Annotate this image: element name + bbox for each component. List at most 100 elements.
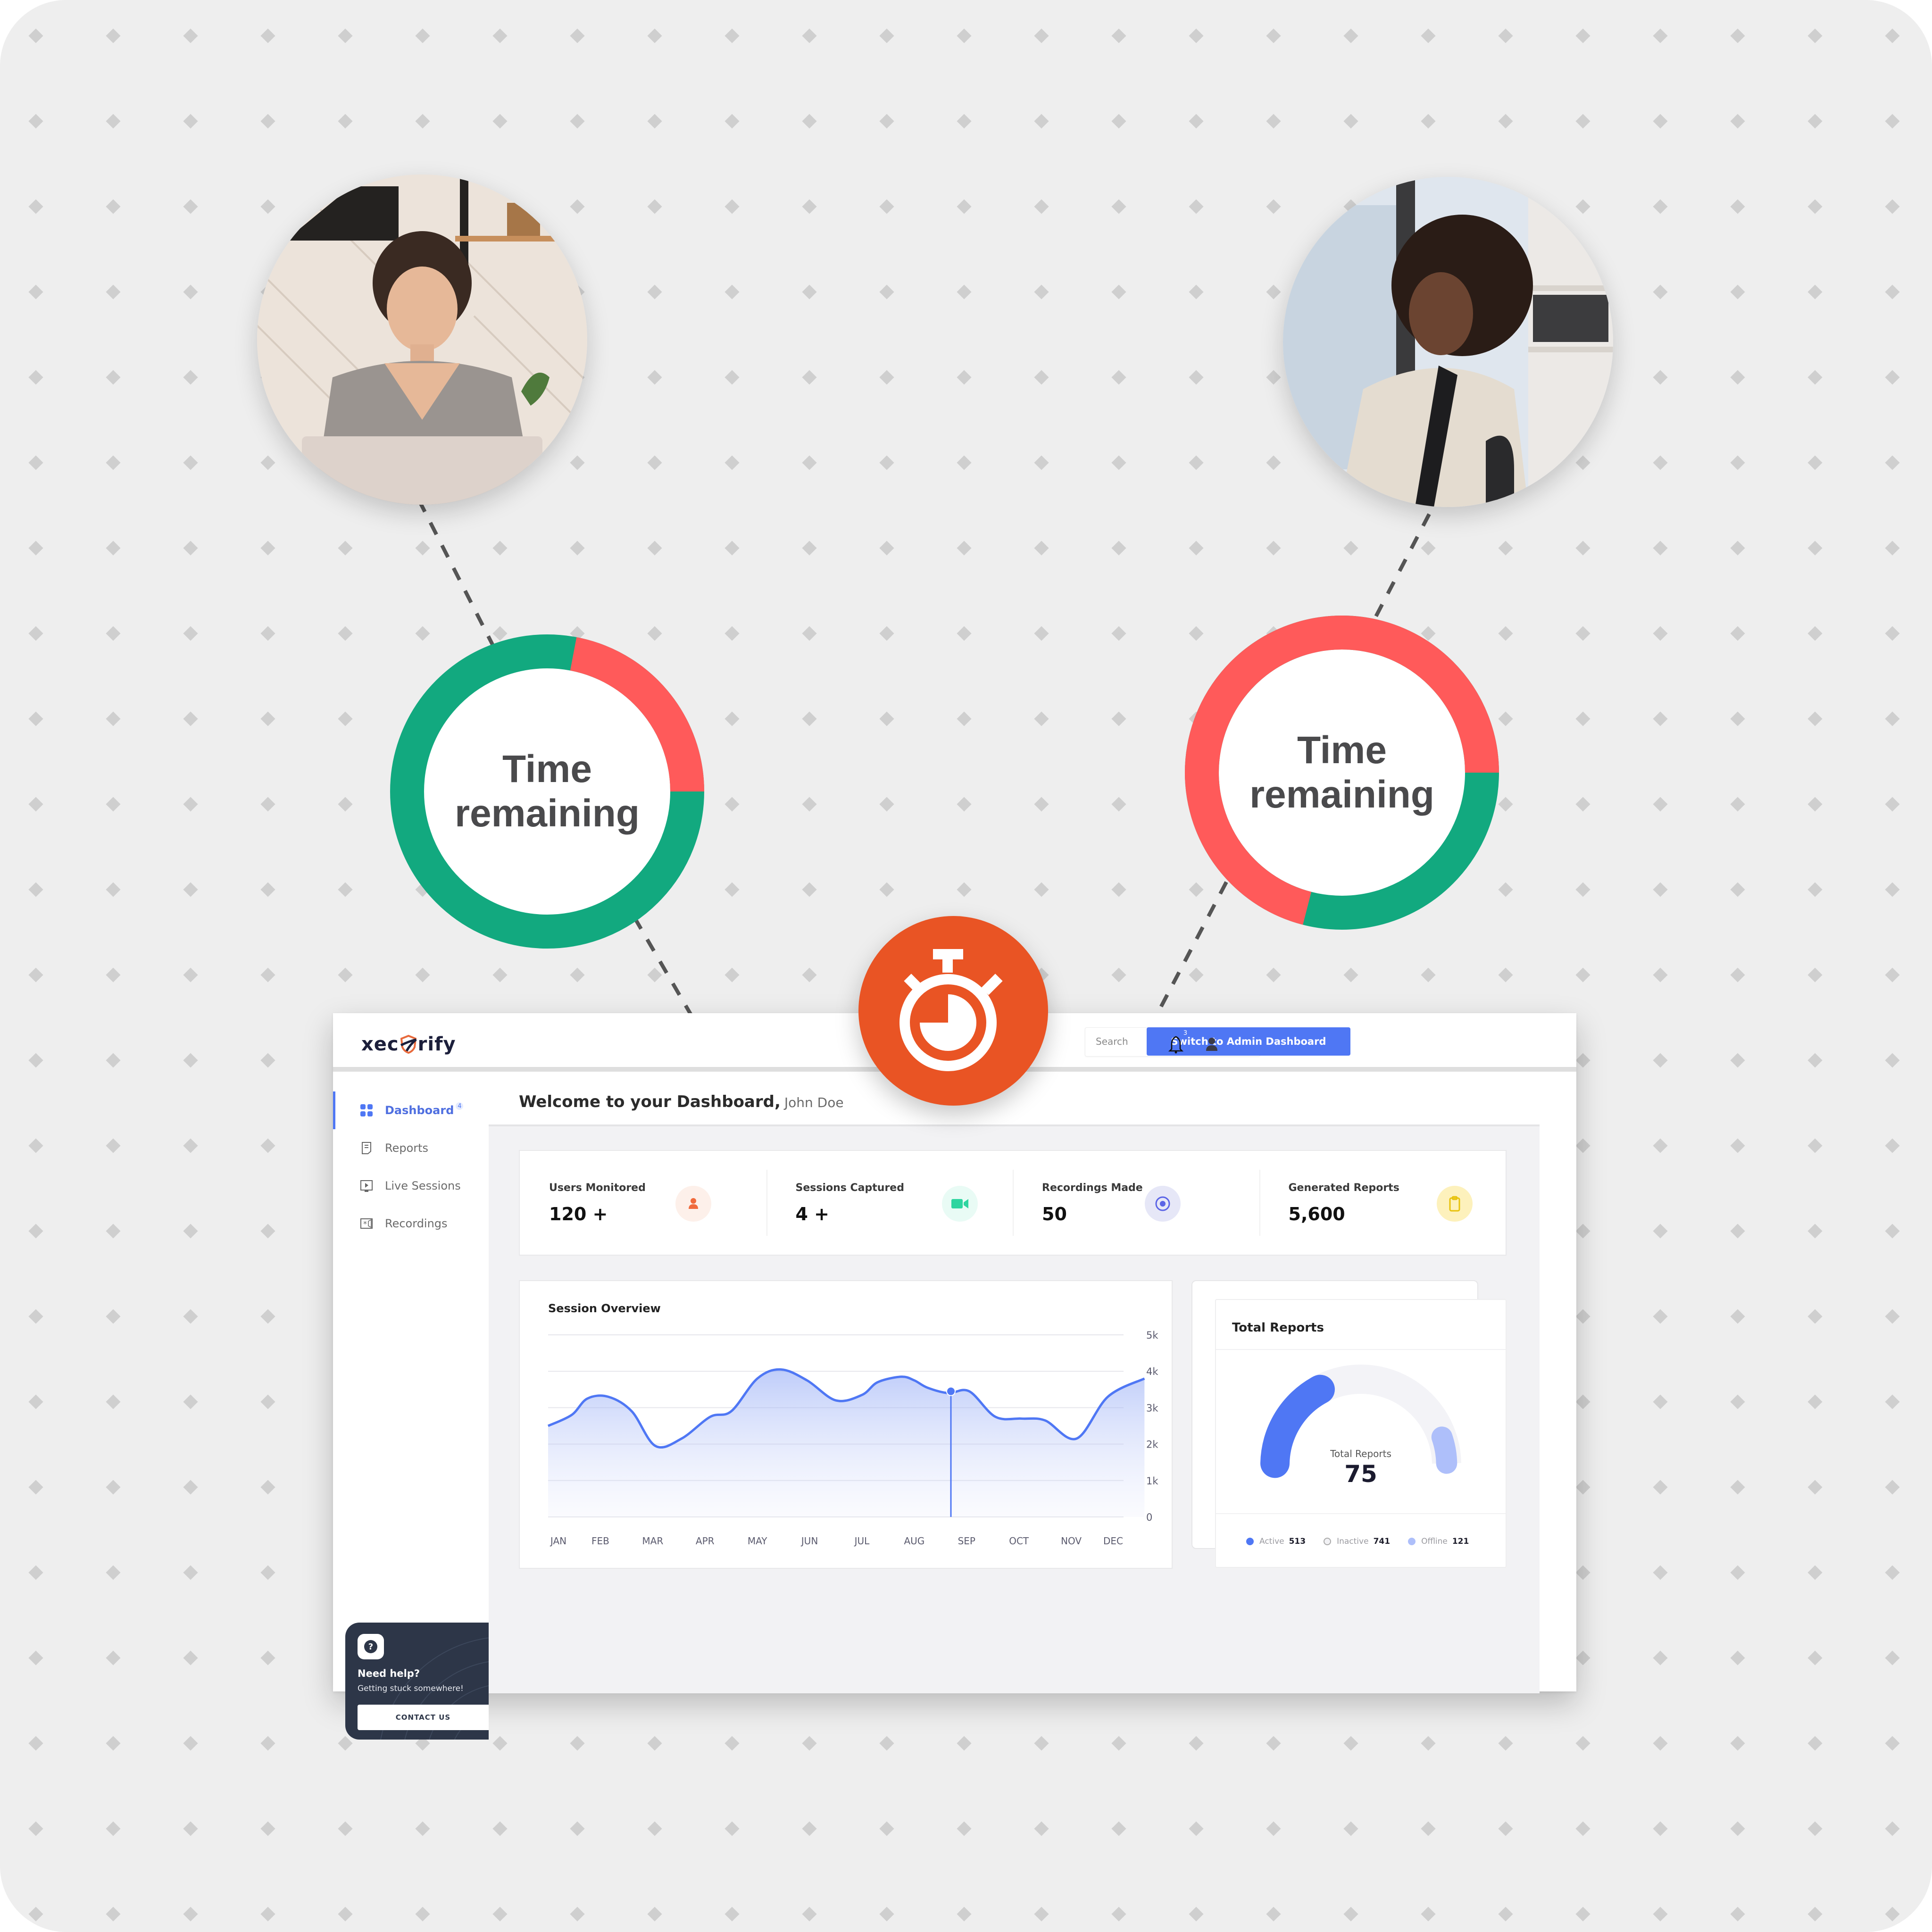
user-account-icon[interactable] bbox=[1205, 1037, 1219, 1052]
y-tick-label: 0 bbox=[1146, 1512, 1152, 1523]
dashboard-window: xec rify Search Switch to Admin Dashboar… bbox=[333, 1013, 1576, 1740]
connector-left-top bbox=[417, 499, 497, 651]
legend-value: 121 bbox=[1452, 1537, 1469, 1546]
stopwatch-icon bbox=[899, 949, 1003, 1071]
legend-dot-inactive bbox=[1324, 1538, 1332, 1545]
time-remaining-label: Time remaining bbox=[1249, 729, 1434, 816]
stat-users-monitored: Users Monitored 120 + bbox=[520, 1151, 766, 1255]
stat-sessions-captured: Sessions Captured 4 + bbox=[766, 1151, 1013, 1255]
area-fill bbox=[548, 1369, 1145, 1517]
gauge-center-value: 75 bbox=[1344, 1460, 1377, 1488]
user-name: John Doe bbox=[784, 1095, 844, 1110]
legend-item-offline: Offline 121 bbox=[1408, 1537, 1469, 1546]
clipboard-icon bbox=[1449, 1196, 1460, 1212]
x-tick-label: APR bbox=[696, 1535, 715, 1547]
sidebar-item-reports[interactable]: Reports bbox=[333, 1129, 489, 1167]
user-icon bbox=[689, 1198, 698, 1209]
y-tick-label: 2k bbox=[1146, 1439, 1158, 1450]
stat-icon-circle bbox=[1436, 1186, 1473, 1222]
legend-dot-offline bbox=[1408, 1538, 1416, 1545]
sidebar-item-label: Live Sessions bbox=[385, 1179, 461, 1192]
stat-icon-circle bbox=[941, 1186, 978, 1222]
sidebar-item-recordings[interactable]: * Recordings bbox=[333, 1205, 489, 1242]
divider bbox=[1216, 1513, 1506, 1514]
notification-bell-icon[interactable] bbox=[1168, 1035, 1184, 1054]
x-tick-label: FEB bbox=[591, 1535, 609, 1547]
session-overview-chart[interactable]: 0 1k 2k 3k 4k 5k JAN FEB MAR APR MAY JUN JUL AUG SEP OC… bbox=[520, 1281, 1172, 1568]
y-tick-label: 1k bbox=[1146, 1475, 1158, 1487]
x-tick-label: MAR bbox=[642, 1535, 663, 1547]
stat-label: Sessions Captured bbox=[795, 1182, 904, 1194]
stat-generated-reports: Generated Reports 5,600 bbox=[1259, 1151, 1506, 1255]
legend-label: Active bbox=[1259, 1537, 1284, 1546]
x-tick-label: SEP bbox=[958, 1535, 975, 1547]
x-tick-label: JUN bbox=[800, 1535, 818, 1547]
x-tick-label: MAY bbox=[748, 1535, 767, 1547]
stat-recordings-made: Recordings Made 50 bbox=[1013, 1151, 1259, 1255]
document-icon bbox=[362, 1142, 371, 1154]
stat-value: 4 + bbox=[795, 1204, 830, 1224]
stat-value: 50 bbox=[1042, 1204, 1067, 1224]
page-title: Welcome to your Dashboard, John Doe bbox=[519, 1092, 844, 1111]
legend-item-inactive: Inactive 741 bbox=[1324, 1537, 1390, 1546]
legend-value: 741 bbox=[1373, 1537, 1391, 1546]
gauge-center-label: Total Reports bbox=[1330, 1448, 1391, 1459]
help-icon-box: ? bbox=[358, 1634, 384, 1659]
sidebar-item-label: Recordings bbox=[385, 1217, 448, 1230]
legend-label: Inactive bbox=[1337, 1537, 1369, 1546]
stat-label: Users Monitored bbox=[549, 1182, 646, 1194]
dashboard-count-badge: 4 bbox=[456, 1102, 464, 1110]
welcome-text: Welcome to your Dashboard, bbox=[519, 1092, 781, 1111]
sidebar-item-dashboard[interactable]: Dashboard 4 bbox=[333, 1091, 491, 1129]
woman-with-laptop-photo bbox=[257, 175, 587, 505]
grid-icon bbox=[360, 1104, 373, 1116]
x-tick-label: DEC bbox=[1103, 1535, 1123, 1547]
stat-icon-circle bbox=[675, 1186, 711, 1222]
video-camera-icon bbox=[951, 1199, 968, 1208]
stat-icon-circle bbox=[1145, 1186, 1181, 1222]
x-tick-label: OCT bbox=[1009, 1535, 1029, 1547]
stats-card: Users Monitored 120 + Sessions Captured … bbox=[519, 1150, 1507, 1256]
x-tick-label: JAN bbox=[550, 1535, 566, 1547]
y-tick-label: 4k bbox=[1146, 1366, 1158, 1377]
shield-logo-icon bbox=[400, 1035, 417, 1054]
legend-label: Offline bbox=[1421, 1537, 1448, 1546]
play-screen-icon bbox=[360, 1180, 373, 1192]
x-tick-label: NOV bbox=[1061, 1535, 1082, 1547]
sidebar-item-label: Dashboard bbox=[385, 1104, 454, 1117]
total-reports-card: Total Reports Total Reports 75 Active 51… bbox=[1215, 1299, 1507, 1568]
background-canvas: Time remaining Time remaining xec rify S… bbox=[0, 0, 1932, 1932]
legend-value: 513 bbox=[1289, 1537, 1306, 1546]
time-remaining-ring-right: Time remaining bbox=[1184, 615, 1500, 931]
y-tick-label: 3k bbox=[1146, 1402, 1158, 1414]
question-mark-icon: ? bbox=[364, 1640, 377, 1653]
help-card: ? Need help? Getting stuck somewhere! CO… bbox=[345, 1623, 489, 1740]
woman-in-office-photo bbox=[1283, 177, 1613, 507]
help-title: Need help? bbox=[358, 1668, 420, 1679]
x-tick-label: AUG bbox=[904, 1535, 924, 1547]
stat-value: 120 + bbox=[549, 1204, 608, 1224]
logo-text-suffix: rify bbox=[417, 1033, 456, 1055]
contact-us-button[interactable]: CONTACT US bbox=[358, 1705, 489, 1730]
time-remaining-label: Time remaining bbox=[455, 748, 640, 835]
stat-label: Generated Reports bbox=[1288, 1182, 1399, 1194]
sidebar-item-label: Reports bbox=[385, 1141, 429, 1155]
hover-point[interactable] bbox=[946, 1386, 956, 1396]
gauge-legend: Active 513 Inactive 741 Offline 121 bbox=[1246, 1537, 1469, 1546]
svg-text:?: ? bbox=[368, 1642, 373, 1652]
xecurify-logo[interactable]: xec rify bbox=[361, 1030, 456, 1058]
time-remaining-ring-left: Time remaining bbox=[389, 633, 705, 949]
sidebar-item-live-sessions[interactable]: Live Sessions bbox=[333, 1167, 489, 1205]
record-icon bbox=[1155, 1196, 1170, 1211]
legend-dot-active bbox=[1246, 1538, 1254, 1545]
x-tick-label: JUL bbox=[854, 1535, 870, 1547]
connector-right-top bbox=[1368, 513, 1431, 628]
stopwatch-badge bbox=[858, 916, 1048, 1106]
notification-count-badge: 3 bbox=[1181, 1028, 1190, 1038]
search-placeholder: Search bbox=[1096, 1036, 1128, 1047]
page-header: Welcome to your Dashboard, John Doe bbox=[489, 1072, 1576, 1128]
y-tick-label: 5k bbox=[1146, 1330, 1158, 1341]
help-subtitle: Getting stuck somewhere! bbox=[358, 1684, 464, 1693]
main-content: Users Monitored 120 + Sessions Captured … bbox=[489, 1124, 1540, 1693]
svg-text:*: * bbox=[363, 1219, 367, 1228]
